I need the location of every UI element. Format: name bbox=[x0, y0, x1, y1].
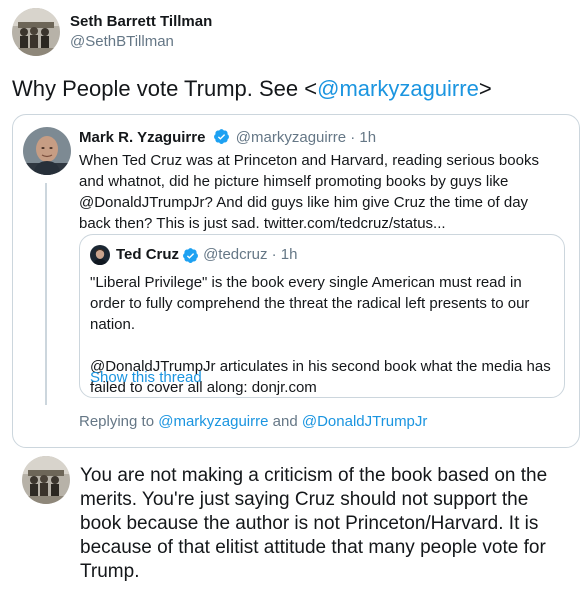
verified-badge-icon bbox=[213, 129, 229, 144]
reply-avatar[interactable] bbox=[22, 456, 70, 504]
tweet-text-after: > bbox=[478, 76, 492, 101]
quote-handle-time[interactable]: @markyzaguirre · 1h bbox=[236, 129, 376, 146]
quote-author-avatar[interactable] bbox=[23, 127, 71, 175]
quote-author-name[interactable]: Mark R. Yzaguirre bbox=[79, 129, 205, 146]
thread-connector-line bbox=[45, 183, 47, 405]
verified-badge-icon bbox=[183, 247, 198, 263]
quoted-tweet-card[interactable]: Mark R. Yzaguirre @markyzaguirre · 1h Wh… bbox=[12, 114, 580, 448]
show-thread-link[interactable]: Show this thread bbox=[90, 368, 202, 388]
author-avatar[interactable] bbox=[12, 8, 60, 56]
replying-user-link[interactable]: @DonaldJTrumpJr bbox=[302, 413, 428, 430]
quote-text: When Ted Cruz was at Princeton and Harva… bbox=[79, 152, 539, 232]
replying-and: and bbox=[268, 413, 302, 430]
author-handle[interactable]: @SethBTillman bbox=[70, 32, 212, 52]
tweet-text-before: Why People vote Trump. See < bbox=[12, 76, 318, 101]
author-display-name[interactable]: Seth Barrett Tillman bbox=[70, 12, 212, 32]
replying-prefix: Replying to bbox=[79, 413, 159, 430]
replying-to-line: Replying to @markyzaguirre and @DonaldJT… bbox=[79, 412, 427, 432]
tweet-text: Why People vote Trump. See <@markyzaguir… bbox=[12, 74, 492, 104]
replying-user-link[interactable]: @markyzaguirre bbox=[158, 413, 268, 430]
tweet-author: Seth Barrett Tillman @SethBTillman bbox=[12, 8, 212, 56]
nested-quote-author-name[interactable]: Ted Cruz bbox=[116, 245, 179, 265]
nested-quote-handle-time[interactable]: @tedcruz · 1h bbox=[203, 245, 297, 265]
reply-text: You are not making a criticism of the bo… bbox=[80, 465, 548, 582]
nested-quote-avatar[interactable] bbox=[90, 245, 110, 265]
nested-quoted-tweet-card[interactable]: Ted Cruz @tedcruz · 1h "Liberal Privileg… bbox=[79, 234, 565, 398]
nested-quote-header: Ted Cruz @tedcruz · 1h bbox=[90, 245, 298, 265]
nested-quote-paragraph: "Liberal Privilege" is the book every si… bbox=[90, 274, 530, 333]
quote-header: Mark R. Yzaguirre @markyzaguirre · 1h bbox=[79, 128, 376, 148]
tweet-mention-link[interactable]: @markyzaguirre bbox=[317, 76, 479, 101]
